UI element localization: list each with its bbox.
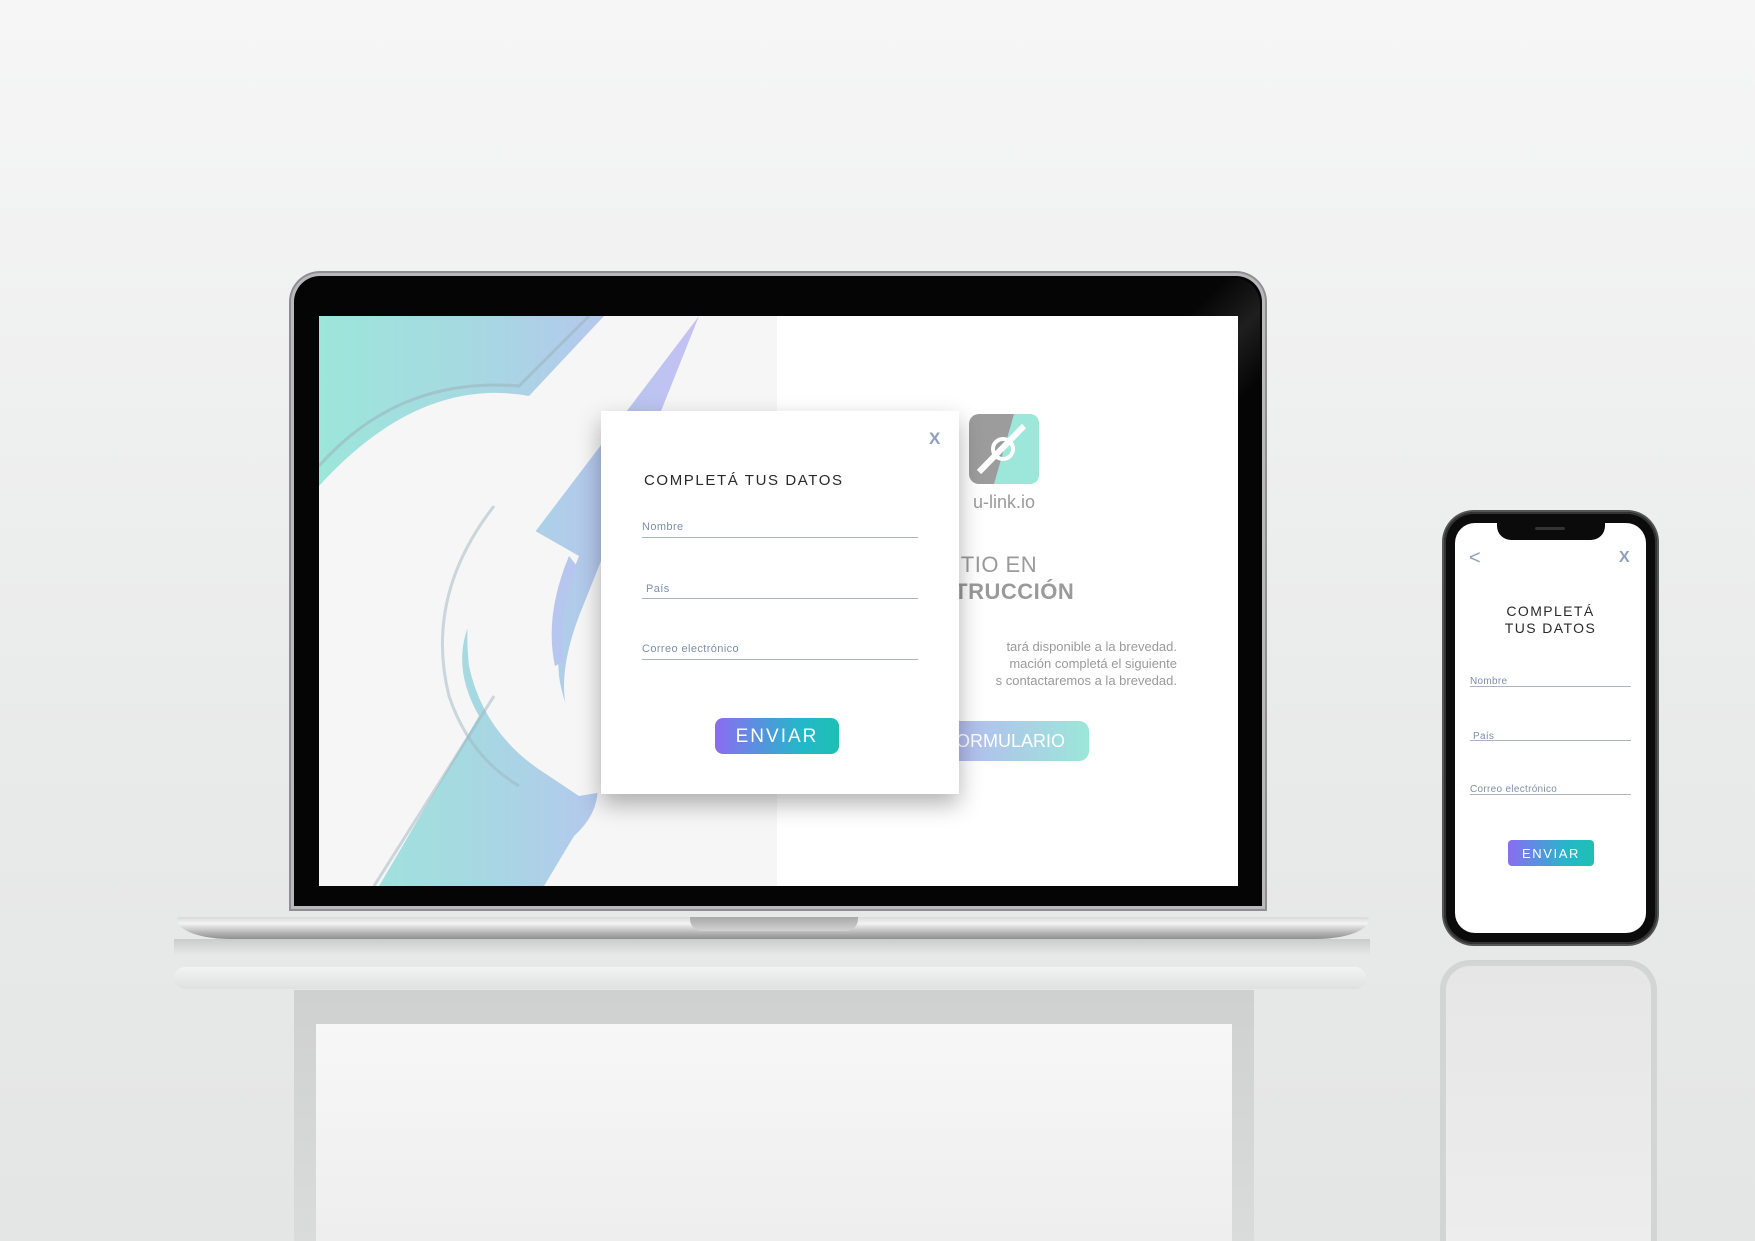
phone-email-placeholder: Correo electrónico [1470,784,1558,795]
phone-notch [1497,521,1605,540]
phone-title-line2: TUS DATOS [1504,620,1597,636]
phone-screen: < X COMPLETÁ TUS DATOS Nombre País Corre… [1455,523,1646,933]
paragraph-line3: s contactaremos a la brevedad. [995,673,1177,688]
phone-reflection [1440,960,1657,1241]
close-icon[interactable]: X [1619,549,1630,567]
ulink-logo-icon [969,414,1039,484]
laptop-shadow [174,939,1370,955]
email-placeholder: Correo electrónico [642,643,740,655]
paragraph-line2: mación completá el siguiente [1009,656,1177,671]
back-icon[interactable]: < [1469,547,1481,570]
phone-speaker [1535,527,1565,530]
phone-title: COMPLETÁ TUS DATOS [1455,603,1646,637]
email-field[interactable]: Correo electrónico [642,639,918,660]
info-paragraph: tará disponible a la brevedad. mación co… [939,638,1177,689]
phone-country-field[interactable]: País [1470,726,1631,742]
laptop-screen: u-link.io SITIO EN STRUCCIÓN tará dispon… [319,316,1238,886]
name-placeholder: Nombre [642,521,684,533]
logo-text: u-link.io [973,492,1036,512]
country-placeholder: País [646,583,670,595]
laptop-hinge-notch [690,917,858,931]
laptop-reflection-inner [316,1024,1232,1241]
phone-name-placeholder: Nombre [1470,676,1508,687]
phone-name-field[interactable]: Nombre [1470,671,1631,687]
laptop-reflection-base [174,967,1366,989]
contact-modal: X COMPLETÁ TUS DATOS Nombre País Correo … [601,411,959,794]
country-field[interactable]: País [642,579,918,599]
submit-button[interactable]: ENVIAR [715,718,839,754]
close-icon[interactable]: X [929,429,940,449]
phone-country-placeholder: País [1473,731,1495,742]
name-field[interactable]: Nombre [642,517,918,538]
modal-title: COMPLETÁ TUS DATOS [644,472,844,489]
paragraph-line1: tará disponible a la brevedad. [1006,639,1177,654]
phone-submit-button[interactable]: ENVIAR [1508,840,1594,866]
phone-email-field[interactable]: Correo electrónico [1470,779,1631,795]
phone-title-line1: COMPLETÁ [1506,603,1595,619]
headline-line2: STRUCCIÓN [939,579,1075,604]
